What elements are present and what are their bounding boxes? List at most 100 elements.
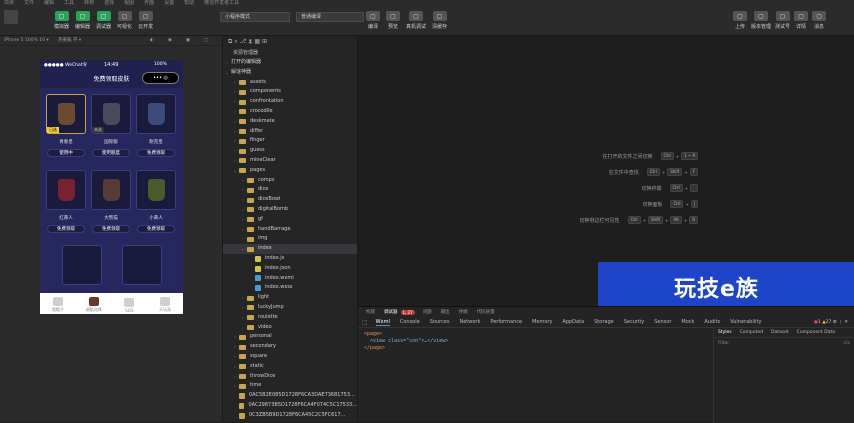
menu-item[interactable]: 设置	[164, 0, 174, 6]
menu-item[interactable]: 转到	[84, 0, 94, 6]
tree-item-folder[interactable]: › time	[223, 381, 357, 391]
skin-item[interactable]	[136, 94, 176, 134]
clear-button[interactable]: ▢ 清缓存	[432, 11, 447, 30]
devtools-top-tab[interactable]: 问题	[423, 309, 432, 315]
device-button[interactable]: ▢ 真机调试	[406, 11, 426, 30]
tree-item-img[interactable]: 0AC5B2E085D1728F6CA3DAE73681753...	[223, 391, 357, 401]
menu-item[interactable]: 编辑	[44, 0, 54, 6]
menu-item[interactable]: 项目	[4, 0, 14, 6]
tree-item-folder[interactable]: ⌄ pages	[223, 166, 357, 176]
tab-3[interactable]: 大玩家	[153, 297, 177, 313]
devtools-tab-performance[interactable]: Performance	[490, 319, 522, 325]
devtools-tab-vulnerability[interactable]: Vulnerability	[730, 319, 761, 325]
tree-item-folder[interactable]: › components	[223, 87, 357, 97]
tree-item-folder[interactable]: › gf	[223, 215, 357, 225]
skin-item[interactable]	[46, 170, 86, 210]
style-tab[interactable]: Component Data	[797, 330, 835, 335]
cls-button[interactable]: .cls	[843, 341, 851, 346]
capsule-menu[interactable]: ••• ◎	[142, 72, 179, 84]
devtools-top-tab[interactable]: 终端	[459, 309, 468, 315]
tree-item-folder[interactable]: › deskmate	[223, 117, 357, 127]
skin-action-button[interactable]: 免费领取	[137, 225, 175, 233]
devtools-tab-memory[interactable]: Memory	[532, 319, 552, 325]
menu-item[interactable]: 文件	[24, 0, 34, 6]
tree-item-folder[interactable]: › personal	[223, 332, 357, 342]
tree-item-folder[interactable]: › dice	[223, 185, 357, 195]
devtools-tab-mock[interactable]: Mock	[681, 319, 694, 325]
tree-item-folder[interactable]: › throwDice	[223, 372, 357, 382]
skin-action-button[interactable]: 使用额度	[92, 149, 130, 157]
tree-item-js[interactable]: index.js	[223, 254, 357, 264]
tree-item-folder[interactable]: › mineClear	[223, 156, 357, 166]
menu-item[interactable]: 选择	[104, 0, 114, 6]
visual-button[interactable]: ▢ 可视化	[117, 11, 132, 30]
compile-select[interactable]: 普通编译	[296, 12, 364, 22]
cloud-button[interactable]: ▢ 云开发	[138, 11, 153, 30]
devtools-tab-sensor[interactable]: Sensor	[654, 319, 671, 325]
tree-item-folder[interactable]: › guess	[223, 146, 357, 156]
skin-action-button[interactable]: 免费领取	[47, 225, 85, 233]
tree-item-folder[interactable]: › roulette	[223, 313, 357, 323]
tree-item-img[interactable]: 0AC29873B5D1728F6CA4F074C5C17533...	[223, 401, 357, 411]
sim-controls[interactable]: ◐◉▣▢	[150, 36, 222, 46]
skin-action-button[interactable]: 免费领取	[137, 149, 175, 157]
skin-item[interactable]: 未选	[91, 94, 131, 134]
tree-item-folder[interactable]: › diceBowl	[223, 195, 357, 205]
tree-item-folder[interactable]: ⌄ index	[223, 244, 357, 254]
phone-button[interactable]: ▢ 模拟器	[54, 11, 69, 30]
skin-item-extra[interactable]	[62, 245, 102, 285]
menu-item[interactable]: 视图	[124, 0, 134, 6]
tree-item-wxml[interactable]: index.wxml	[223, 274, 357, 284]
menu-item[interactable]: 帮助	[184, 0, 194, 6]
tree-item-folder[interactable]: › comps	[223, 176, 357, 186]
devtools-tab-console[interactable]: Console	[400, 319, 420, 325]
devtools-top-tab[interactable]: 输出	[441, 309, 450, 315]
tree-item-folder[interactable]: › img	[223, 234, 357, 244]
tab-0[interactable]: 我帽子	[46, 297, 70, 313]
tree-item-folder[interactable]: › digitalBomb	[223, 205, 357, 215]
menu-item[interactable]: 界面	[144, 0, 154, 6]
tree-item-folder[interactable]: › handBarrage	[223, 225, 357, 235]
explorer-activity[interactable]: ⧉ ⌕ ⎇ ⧗ ▦ ⊞	[223, 36, 357, 48]
mode-select[interactable]: 小程序模式	[220, 12, 290, 22]
skin-action-button[interactable]: 免费领取	[92, 225, 130, 233]
tab-2[interactable]: SOS	[117, 298, 141, 313]
test-button[interactable]: ▢ 测试号	[775, 11, 790, 30]
tree-item-folder[interactable]: › finger	[223, 136, 357, 146]
branch-button[interactable]: ▢ 版本管理	[751, 11, 771, 30]
style-tab[interactable]: Styles	[718, 330, 732, 335]
devtools-top-tab[interactable]: 调试器	[384, 309, 398, 315]
tree-item-img[interactable]: 0C3ZB5B9D1728F6CA45C2C5FC617...	[223, 411, 357, 421]
tree-item-folder[interactable]: › luckyJump	[223, 303, 357, 313]
devtools-tab-storage[interactable]: Storage	[594, 319, 614, 325]
refresh-button[interactable]: ▢ 编译	[366, 11, 380, 30]
section-project[interactable]: ⌄ 解谜神器	[223, 68, 357, 78]
devtools-tab-wxml[interactable]: Wxml	[375, 319, 390, 326]
tree-item-folder[interactable]: › light	[223, 293, 357, 303]
avatar[interactable]	[4, 10, 18, 24]
bug-button[interactable]: ▢ 调试器	[96, 11, 111, 30]
wxml-tree[interactable]: <page> <view class="con">…</view> </page>	[364, 331, 448, 352]
tree-item-folder[interactable]: › differ	[223, 127, 357, 137]
tree-item-folder[interactable]: › square	[223, 352, 357, 362]
skin-item-extra[interactable]	[122, 245, 162, 285]
tree-item-folder[interactable]: › crocodile	[223, 107, 357, 117]
skin-item[interactable]	[136, 170, 176, 210]
tree-item-folder[interactable]: › confrontation	[223, 97, 357, 107]
upload-button[interactable]: ▢ 上传	[733, 11, 747, 30]
devtools-top-tab[interactable]: 代码质量	[477, 309, 495, 315]
devtools-tab-network[interactable]: Network	[459, 319, 480, 325]
tree-item-folder[interactable]: › secondary	[223, 342, 357, 352]
devtools-tab-security[interactable]: Security	[624, 319, 645, 325]
tree-item-folder[interactable]: › video	[223, 323, 357, 333]
skin-item[interactable]: 已选	[46, 94, 86, 134]
menu-item[interactable]: 微信开发者工具	[204, 0, 239, 6]
skin-action-button[interactable]: 使用中	[47, 149, 85, 157]
devtools-tab-sources[interactable]: Sources	[430, 319, 450, 325]
section-open-editors[interactable]: › 打开的编辑器	[223, 58, 357, 68]
style-tab[interactable]: Computed	[740, 330, 763, 335]
detail-button[interactable]: ▢ 详情	[794, 11, 809, 30]
tab-1[interactable]: 调酷选择	[82, 297, 106, 313]
tree-item-folder[interactable]: › static	[223, 362, 357, 372]
menu-item[interactable]: 工具	[64, 0, 74, 6]
